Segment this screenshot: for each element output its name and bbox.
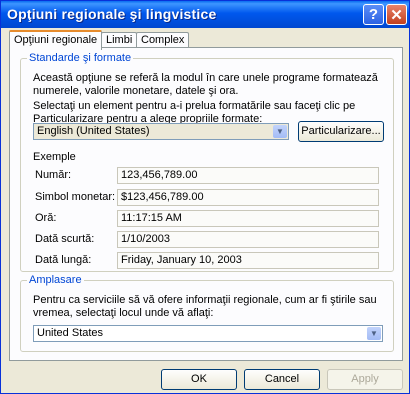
example-value-currency: $123,456,789.00 — [117, 189, 379, 206]
example-label-long-date: Dată lungă: — [35, 254, 92, 266]
example-label-number: Număr: — [35, 169, 72, 181]
location-group: Amplasare Pentru ca serviciile să vă ofe… — [20, 274, 394, 352]
example-label-short-date: Dată scurtă: — [35, 233, 95, 245]
close-button[interactable]: ✕ — [386, 4, 407, 25]
chevron-down-icon[interactable]: ▼ — [273, 125, 287, 138]
location-legend: Amplasare — [27, 274, 84, 286]
example-value-number: 123,456,789.00 — [117, 167, 379, 184]
location-description: Pentru ca serviciile să vă ofere informa… — [33, 294, 377, 319]
location-select[interactable]: United States ▼ — [33, 325, 383, 342]
example-label-time: Oră: — [35, 212, 57, 224]
tab-advanced[interactable]: Complex — [136, 32, 190, 48]
examples-label: Exemple — [33, 151, 76, 163]
location-select-value: United States — [37, 327, 104, 339]
dialog-window: Opţiuni regionale şi lingvistice ? ✕ Opţ… — [0, 0, 410, 394]
formats-legend: Standarde şi formate — [27, 52, 134, 64]
example-value-short-date: 1/10/2003 — [117, 231, 379, 248]
window-title: Opţiuni regionale şi lingvistice — [7, 6, 217, 22]
apply-button[interactable]: Apply — [327, 369, 403, 390]
example-label-currency: Simbol monetar: — [35, 191, 116, 203]
formats-description: Această opţiune se referă la modul în ca… — [33, 72, 378, 97]
example-value-long-date: Friday, January 10, 2003 — [117, 252, 379, 269]
tab-languages[interactable]: Limbi — [101, 32, 138, 48]
customize-button[interactable]: Particularizare... — [298, 121, 384, 142]
cancel-button[interactable]: Cancel — [244, 369, 320, 390]
locale-select[interactable]: English (United States) ▼ — [33, 123, 289, 140]
example-value-time: 11:17:15 AM — [117, 210, 379, 227]
locale-select-value: English (United States) — [37, 125, 150, 137]
chevron-down-icon[interactable]: ▼ — [367, 327, 381, 340]
title-bar[interactable]: Opţiuni regionale şi lingvistice ? ✕ — [1, 1, 409, 28]
tab-panel: Standarde şi formate Această opţiune se … — [9, 47, 403, 361]
help-button[interactable]: ? — [363, 4, 384, 25]
formats-group: Standarde şi formate Această opţiune se … — [20, 52, 394, 272]
tab-regional-options[interactable]: Opţiuni regionale — [9, 30, 103, 50]
ok-button[interactable]: OK — [161, 369, 237, 390]
